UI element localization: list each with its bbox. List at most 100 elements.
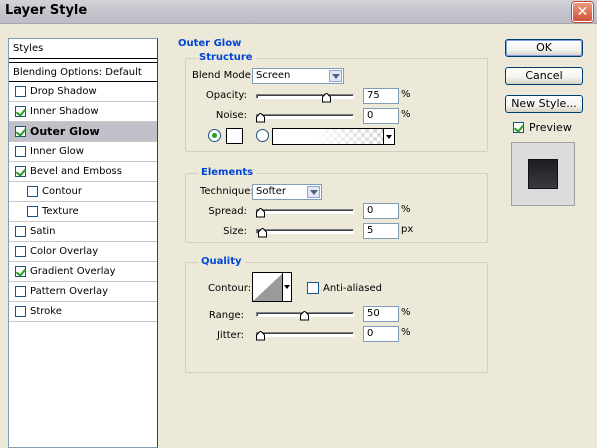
- range-label: Range:: [208, 310, 244, 321]
- style-checkbox[interactable]: [15, 266, 26, 277]
- jitter-input[interactable]: 0: [363, 326, 399, 342]
- style-item-pattern-overlay[interactable]: Pattern Overlay: [9, 282, 157, 302]
- structure-group: Structure Blend Mode: Screen Opacity: 75…: [185, 52, 488, 152]
- spread-unit: %: [401, 204, 411, 215]
- title-bar: Layer Style ✕: [0, 0, 597, 24]
- ok-button[interactable]: OK: [505, 39, 583, 57]
- noise-label: Noise:: [215, 110, 247, 121]
- style-item-drop-shadow[interactable]: Drop Shadow: [9, 82, 157, 102]
- elements-group: Elements Technique: Softer Spread: 0 % S…: [185, 167, 488, 243]
- gradient-picker[interactable]: [272, 128, 395, 145]
- jitter-slider[interactable]: [256, 331, 354, 341]
- elements-title: Elements: [198, 167, 257, 178]
- jitter-label: Jitter:: [216, 330, 244, 341]
- styles-header[interactable]: Styles: [9, 39, 157, 59]
- style-checkbox[interactable]: [15, 246, 26, 257]
- chevron-down-icon: [307, 186, 320, 198]
- size-unit: px: [401, 224, 414, 235]
- style-item-label: Inner Glow: [30, 146, 84, 157]
- contour-dropdown-icon[interactable]: [282, 273, 291, 301]
- noise-slider[interactable]: [256, 113, 354, 123]
- style-checkbox[interactable]: [15, 106, 26, 117]
- noise-slider-thumb[interactable]: [256, 113, 265, 123]
- size-slider[interactable]: [256, 228, 354, 238]
- structure-title: Structure: [196, 52, 256, 63]
- style-item-label: Bevel and Emboss: [30, 166, 122, 177]
- style-item-label: Inner Shadow: [30, 106, 99, 117]
- style-items: Drop Shadow Inner Shadow Outer Glow Inner G…: [9, 82, 157, 322]
- close-icon: ✕: [576, 4, 589, 20]
- anti-aliased-checkbox[interactable]: [307, 282, 319, 294]
- size-label: Size:: [223, 226, 247, 237]
- style-item-label: Contour: [42, 186, 82, 197]
- spread-slider[interactable]: [256, 208, 354, 218]
- technique-select[interactable]: Softer: [252, 184, 322, 200]
- blend-mode-select[interactable]: Screen: [252, 68, 344, 84]
- blend-mode-label: Blend Mode:: [192, 70, 255, 81]
- style-item-stroke[interactable]: Stroke: [9, 302, 157, 322]
- size-input[interactable]: 5: [363, 223, 399, 239]
- style-checkbox[interactable]: [15, 226, 26, 237]
- close-button[interactable]: ✕: [572, 2, 593, 22]
- style-item-label: Stroke: [30, 306, 62, 317]
- range-slider-thumb[interactable]: [300, 311, 309, 321]
- noise-input[interactable]: 0: [363, 108, 399, 124]
- jitter-unit: %: [401, 327, 411, 338]
- cancel-button[interactable]: Cancel: [505, 67, 583, 85]
- contour-label: Contour:: [208, 283, 252, 294]
- noise-unit: %: [401, 109, 411, 120]
- style-item-bevel-and-emboss[interactable]: Bevel and Emboss: [9, 162, 157, 182]
- style-checkbox[interactable]: [27, 206, 38, 217]
- style-item-inner-glow[interactable]: Inner Glow: [9, 142, 157, 162]
- style-item-label: Color Overlay: [30, 246, 99, 257]
- style-item-label: Outer Glow: [30, 125, 100, 138]
- size-slider-thumb[interactable]: [257, 228, 267, 238]
- style-item-label: Satin: [30, 226, 56, 237]
- style-checkbox[interactable]: [27, 186, 38, 197]
- spread-slider-thumb[interactable]: [256, 208, 265, 218]
- style-item-color-overlay[interactable]: Color Overlay: [9, 242, 157, 262]
- range-slider[interactable]: [256, 311, 354, 321]
- glow-color-swatch[interactable]: [226, 128, 243, 144]
- style-checkbox[interactable]: [15, 166, 26, 177]
- opacity-slider-thumb[interactable]: [322, 93, 331, 103]
- style-item-label: Drop Shadow: [30, 86, 97, 97]
- opacity-unit: %: [401, 89, 411, 100]
- gradient-dropdown-icon[interactable]: [383, 129, 394, 144]
- style-checkbox[interactable]: [15, 126, 26, 137]
- quality-group: Quality Contour: Anti-aliased Range: 50 …: [185, 256, 488, 373]
- solid-color-radio[interactable]: [208, 129, 221, 142]
- style-item-contour[interactable]: Contour: [9, 182, 157, 202]
- blending-options-item[interactable]: Blending Options: Default: [9, 62, 157, 82]
- spread-input[interactable]: 0: [363, 203, 399, 219]
- chevron-down-icon: [329, 70, 342, 82]
- blend-mode-value: Screen: [256, 70, 291, 81]
- style-item-label: Texture: [42, 206, 79, 217]
- style-checkbox[interactable]: [15, 286, 26, 297]
- style-checkbox[interactable]: [15, 306, 26, 317]
- style-item-satin[interactable]: Satin: [9, 222, 157, 242]
- window-title: Layer Style: [5, 3, 88, 18]
- opacity-label: Opacity:: [205, 90, 247, 101]
- preview-box: [511, 142, 575, 206]
- gradient-radio[interactable]: [256, 129, 269, 142]
- style-item-texture[interactable]: Texture: [9, 202, 157, 222]
- jitter-slider-thumb[interactable]: [256, 331, 265, 341]
- style-item-outer-glow[interactable]: Outer Glow: [9, 122, 157, 142]
- anti-aliased-label: Anti-aliased: [323, 283, 383, 294]
- style-item-label: Gradient Overlay: [30, 266, 116, 277]
- contour-picker[interactable]: [252, 272, 292, 302]
- preview-swatch: [528, 159, 558, 189]
- preview-checkbox[interactable]: [513, 122, 524, 133]
- style-checkbox[interactable]: [15, 86, 26, 97]
- opacity-slider[interactable]: [256, 93, 354, 103]
- technique-value: Softer: [256, 186, 286, 197]
- style-item-gradient-overlay[interactable]: Gradient Overlay: [9, 262, 157, 282]
- range-unit: %: [401, 307, 411, 318]
- style-item-inner-shadow[interactable]: Inner Shadow: [9, 102, 157, 122]
- range-input[interactable]: 50: [363, 306, 399, 322]
- new-style-button[interactable]: New Style...: [505, 95, 583, 113]
- opacity-input[interactable]: 75: [363, 88, 399, 104]
- preview-label: Preview: [529, 121, 572, 134]
- style-checkbox[interactable]: [15, 146, 26, 157]
